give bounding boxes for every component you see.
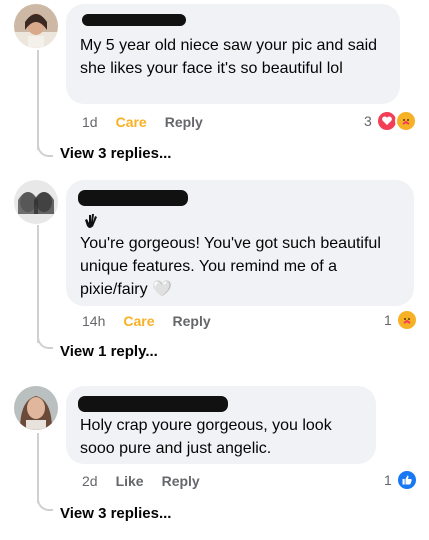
reply-button[interactable]: Reply	[165, 114, 203, 130]
redacted-name	[78, 190, 188, 206]
comment-text: Holy crap youre gorgeous, you look sooo …	[80, 417, 332, 457]
comment-bubble: My 5 year old niece saw your pic and sai…	[66, 4, 400, 104]
reaction-summary[interactable]: 3	[364, 110, 417, 132]
comment-bubble: You're gorgeous! You've got such beautif…	[66, 180, 414, 306]
comment-time[interactable]: 1d	[82, 114, 98, 130]
reaction-count: 1	[384, 472, 392, 488]
thread-curve	[37, 141, 53, 157]
care-icon	[395, 309, 418, 331]
care-button[interactable]: Care	[123, 313, 154, 329]
avatar-photo	[14, 4, 58, 48]
comment-time[interactable]: 14h	[82, 313, 105, 329]
like-icon	[395, 469, 418, 491]
reaction-summary[interactable]: 1	[384, 469, 418, 491]
reaction-summary[interactable]: 1	[384, 309, 418, 331]
avatar[interactable]	[14, 4, 58, 48]
like-button[interactable]: Like	[116, 473, 144, 489]
reaction-count: 1	[384, 312, 392, 328]
comment-text: My 5 year old niece saw your pic and sai…	[80, 37, 378, 77]
thread-line	[37, 225, 39, 343]
redacted-name	[82, 14, 186, 26]
thread-curve	[37, 333, 53, 349]
avatar[interactable]	[14, 386, 58, 430]
comment-text: You're gorgeous! You've got such beautif…	[80, 235, 381, 298]
fan-badge-icon	[82, 212, 100, 230]
comment-time[interactable]: 2d	[82, 473, 98, 489]
comment-actions: 2d Like Reply	[82, 473, 200, 489]
reaction-count: 3	[364, 113, 372, 129]
comment-bubble: Holy crap youre gorgeous, you look sooo …	[66, 386, 376, 464]
thread-line	[37, 50, 39, 150]
comment-actions: 14h Care Reply	[82, 313, 211, 329]
care-button[interactable]: Care	[116, 114, 147, 130]
avatar-photo	[14, 386, 58, 430]
avatar-photo	[14, 180, 58, 224]
redacted-name	[78, 396, 228, 412]
comment-actions: 1d Care Reply	[82, 114, 203, 130]
thread-curve	[37, 495, 53, 511]
avatar[interactable]	[14, 180, 58, 224]
view-replies-link[interactable]: View 1 reply...	[60, 343, 158, 360]
reply-button[interactable]: Reply	[162, 473, 200, 489]
reply-button[interactable]: Reply	[173, 313, 211, 329]
view-replies-link[interactable]: View 3 replies...	[60, 145, 171, 162]
care-icon	[394, 110, 417, 132]
view-replies-link[interactable]: View 3 replies...	[60, 505, 171, 522]
thread-line	[37, 433, 39, 503]
